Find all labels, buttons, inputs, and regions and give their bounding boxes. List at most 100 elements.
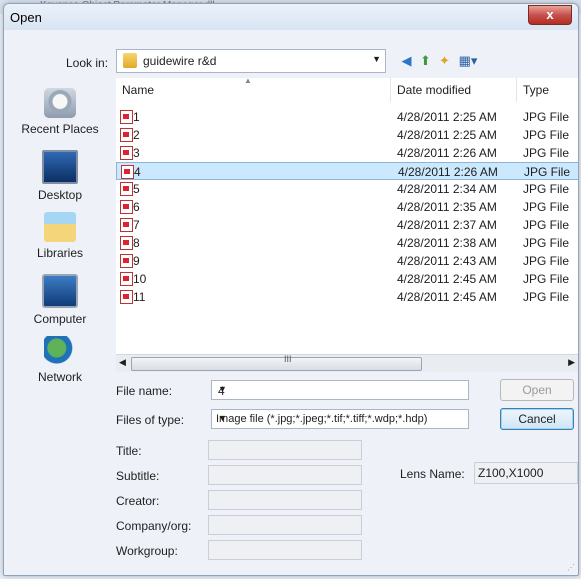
chevron-down-icon[interactable]: ▼ xyxy=(218,384,464,394)
file-date: 4/28/2011 2:38 AM xyxy=(397,236,497,250)
file-name: 1 xyxy=(133,110,140,124)
column-header-name[interactable]: Name ▲ xyxy=(116,76,391,102)
jpg-file-icon xyxy=(120,236,133,250)
file-type: JPG File xyxy=(523,290,570,304)
jpg-file-icon xyxy=(120,218,133,232)
place-libraries[interactable]: Libraries xyxy=(10,212,110,260)
scrollbar-thumb[interactable]: III xyxy=(131,354,422,371)
file-name: 2 xyxy=(133,128,140,142)
workgroup-label: Workgroup: xyxy=(116,544,178,558)
file-date: 4/28/2011 2:34 AM xyxy=(397,182,497,196)
files-of-type-label: Files of type: xyxy=(116,413,185,427)
file-row[interactable]: 9 4/28/2011 2:43 AM JPG File xyxy=(116,252,578,270)
resize-grip-icon[interactable]: ⋰ xyxy=(567,563,575,572)
creator-field xyxy=(208,490,362,510)
file-type: JPG File xyxy=(523,236,570,250)
workgroup-field xyxy=(208,540,362,560)
file-row-selected[interactable]: 4 4/28/2011 2:26 AM JPG File xyxy=(116,162,578,180)
file-type: JPG File xyxy=(523,182,570,196)
computer-icon xyxy=(42,274,78,308)
file-type: JPG File xyxy=(523,218,570,232)
file-name: 5 xyxy=(133,182,140,196)
recent-places-icon xyxy=(44,88,76,118)
subtitle-field xyxy=(208,465,362,485)
file-list[interactable]: Name ▲ Date modified Type 1 4/28/2011 2:2… xyxy=(116,76,578,368)
file-name: 10 xyxy=(133,272,147,286)
open-dialog: Open x Look in: guidewire r&d ▼ ◀ ⬆ ✦ ▦▾… xyxy=(3,3,579,576)
file-name: 9 xyxy=(133,254,140,268)
file-date: 4/28/2011 2:25 AM xyxy=(397,110,497,124)
file-row[interactable]: 8 4/28/2011 2:38 AM JPG File xyxy=(116,234,578,252)
place-network[interactable]: Network xyxy=(10,336,110,384)
subtitle-label: Subtitle: xyxy=(116,469,160,483)
column-header-date[interactable]: Date modified xyxy=(391,78,517,102)
look-in-label: Look in: xyxy=(66,56,109,70)
company-field xyxy=(208,515,362,535)
file-row[interactable]: 5 4/28/2011 2:34 AM JPG File xyxy=(116,180,578,198)
file-name: 3 xyxy=(133,146,140,160)
place-label: Desktop xyxy=(37,188,83,202)
creator-label: Creator: xyxy=(116,494,160,508)
file-row[interactable]: 10 4/28/2011 2:45 AM JPG File xyxy=(116,270,578,288)
places-bar: Recent Places Desktop Libraries Computer… xyxy=(10,78,110,398)
place-label: Computer xyxy=(33,312,87,326)
file-name: 4 xyxy=(134,165,141,179)
company-label: Company/org: xyxy=(116,519,192,533)
file-row[interactable]: 2 4/28/2011 2:25 AM JPG File xyxy=(116,126,578,144)
new-folder-icon[interactable]: ✦ xyxy=(436,52,453,69)
look-in-value: guidewire r&d xyxy=(143,54,217,68)
file-name-label: File name: xyxy=(116,384,173,398)
files-of-type-dropdown[interactable]: Image file (*.jpg;*.jpeg;*.tif;*.tiff;*.… xyxy=(211,409,469,429)
horizontal-scrollbar[interactable]: ◀ III ▶ xyxy=(116,354,578,372)
file-date: 4/28/2011 2:43 AM xyxy=(397,254,497,268)
file-row[interactable]: 7 4/28/2011 2:37 AM JPG File xyxy=(116,216,578,234)
file-date: 4/28/2011 2:25 AM xyxy=(397,128,497,142)
scroll-right-icon[interactable]: ▶ xyxy=(568,357,575,368)
desktop-icon xyxy=(42,150,78,184)
cancel-button[interactable]: Cancel xyxy=(500,408,574,430)
file-name-input[interactable]: 4 ▼ xyxy=(211,380,469,400)
column-name-label: Name xyxy=(122,83,155,97)
place-computer[interactable]: Computer xyxy=(10,274,110,326)
jpg-file-icon xyxy=(120,272,133,286)
chevron-down-icon: ▼ xyxy=(218,413,227,423)
lens-name-field: Z100,X1000 xyxy=(474,462,578,484)
window-title: Open xyxy=(10,10,42,25)
file-type: JPG File xyxy=(523,254,570,268)
place-desktop[interactable]: Desktop xyxy=(10,150,110,202)
back-arrow-icon[interactable]: ◀ xyxy=(398,52,415,69)
file-date: 4/28/2011 2:45 AM xyxy=(397,272,497,286)
file-row[interactable]: 1 4/28/2011 2:25 AM JPG File xyxy=(116,108,578,126)
title-label: Title: xyxy=(116,444,142,458)
jpg-file-icon xyxy=(120,146,133,160)
file-type: JPG File xyxy=(523,200,570,214)
file-date: 4/28/2011 2:37 AM xyxy=(397,218,497,232)
file-row[interactable]: 11 4/28/2011 2:45 AM JPG File xyxy=(116,288,578,306)
lens-name-label: Lens Name: xyxy=(400,467,465,481)
jpg-file-icon xyxy=(120,254,133,268)
file-name: 11 xyxy=(133,290,146,304)
close-button[interactable]: x xyxy=(528,5,572,25)
place-recent-places[interactable]: Recent Places xyxy=(10,88,110,136)
lens-name-value: Z100,X1000 xyxy=(478,466,544,480)
file-name: 8 xyxy=(133,236,140,250)
file-type: JPG File xyxy=(523,146,570,160)
libraries-icon xyxy=(44,212,76,242)
sort-arrow-icon: ▲ xyxy=(244,76,252,85)
open-button[interactable]: Open xyxy=(500,379,574,401)
jpg-file-icon xyxy=(120,200,133,214)
file-date: 4/28/2011 2:26 AM xyxy=(398,165,498,179)
file-date: 4/28/2011 2:35 AM xyxy=(397,200,497,214)
column-header-type[interactable]: Type xyxy=(517,78,578,102)
file-type: JPG File xyxy=(523,128,570,142)
file-type: JPG File xyxy=(523,110,570,124)
title-bar[interactable]: Open x xyxy=(4,4,578,30)
scroll-left-icon[interactable]: ◀ xyxy=(119,357,126,368)
file-date: 4/28/2011 2:45 AM xyxy=(397,290,497,304)
up-folder-icon[interactable]: ⬆ xyxy=(417,52,434,69)
file-row[interactable]: 6 4/28/2011 2:35 AM JPG File xyxy=(116,198,578,216)
view-menu-icon[interactable]: ▦▾ xyxy=(456,52,480,69)
file-type: JPG File xyxy=(524,165,571,179)
folder-icon xyxy=(123,53,137,68)
file-row[interactable]: 3 4/28/2011 2:26 AM JPG File xyxy=(116,144,578,162)
